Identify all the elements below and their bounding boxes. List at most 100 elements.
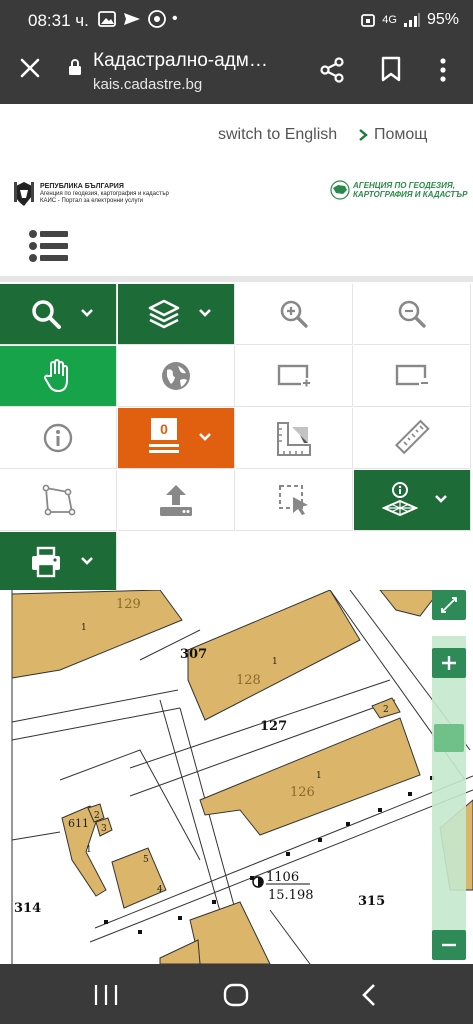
plane-icon <box>124 13 140 25</box>
printer-icon <box>32 546 60 577</box>
zoom-box-out-button[interactable] <box>354 346 471 407</box>
select-box-icon <box>279 485 308 515</box>
share-icon[interactable] <box>318 56 346 84</box>
more-vert-icon[interactable] <box>436 56 450 84</box>
parcel-number-126[interactable]: 126 <box>290 785 315 800</box>
close-icon[interactable] <box>18 56 42 80</box>
zoom-box-minus-icon <box>395 364 429 388</box>
more-notifications-dot: • <box>172 10 178 27</box>
help-link[interactable]: Помощ <box>358 126 427 144</box>
help-link-label: Помощ <box>374 126 428 143</box>
battery-level: 95% <box>426 11 459 28</box>
parcel-number-129[interactable]: 129 <box>116 597 141 612</box>
bookmark-icon[interactable] <box>380 56 402 82</box>
building-number: 1 <box>81 623 87 633</box>
agency-logo-line1: АГЕНЦИЯ ПО ГЕОДЕЗИЯ, <box>353 181 455 190</box>
ruler-icon <box>395 419 430 455</box>
app-icon <box>148 10 166 28</box>
status-system-icons: 4G 95% <box>360 11 459 29</box>
layer-count-badge: 0 <box>149 418 179 458</box>
republic-logo-text: РЕПУБЛИКА БЪЛГАРИЯ Агенция по геодезия, … <box>40 183 169 205</box>
zoom-slider-track[interactable] <box>432 636 466 958</box>
zoom-out-icon <box>398 300 426 328</box>
back-icon[interactable] <box>356 982 384 1008</box>
building-number: 2 <box>383 705 389 715</box>
chevron-down-icon <box>435 495 447 503</box>
pan-tool-button[interactable] <box>0 346 117 407</box>
parcel-label-315[interactable]: 315 <box>358 894 385 909</box>
building-number: 5 <box>143 855 149 865</box>
hand-icon <box>44 359 68 393</box>
select-area-button[interactable] <box>236 470 353 531</box>
recent-apps-icon[interactable] <box>92 982 120 1008</box>
building-number: 2 <box>94 811 100 821</box>
measure-distance-button[interactable] <box>354 408 471 469</box>
identify-layers-button[interactable] <box>354 470 471 531</box>
survey-point-number: 1106 <box>266 870 299 885</box>
polygon-icon <box>42 484 76 516</box>
layers-icon <box>148 299 180 329</box>
page-title: Кадастрално-адм… <box>93 50 268 71</box>
list-menu-icon[interactable] <box>28 228 70 264</box>
republic-logo-line3: КАИС - Портал за електронни услуги <box>40 198 143 204</box>
building-number: 1 <box>86 845 92 855</box>
browser-toolbar: Кадастрално-адм… kais.cadastre.bg <box>0 42 473 104</box>
map-canvas[interactable]: 129 128 126 611 1 1 1 1 2 3 2 5 4 307 12… <box>0 590 473 964</box>
info-layers-icon <box>382 482 418 517</box>
page-url[interactable]: kais.cadastre.bg <box>93 76 202 93</box>
parcel-label-307[interactable]: 307 <box>180 647 207 662</box>
republic-logo-line1: РЕПУБЛИКА БЪЛГАРИЯ <box>40 183 124 190</box>
survey-point-elevation: 15.198 <box>268 888 314 903</box>
chevron-down-icon <box>81 557 93 565</box>
chevron-down-icon <box>199 433 211 441</box>
building-number: 1 <box>316 771 322 781</box>
ruler-area-icon <box>277 422 311 456</box>
print-tool-button[interactable] <box>0 532 117 592</box>
parcel-number-611[interactable]: 611 <box>68 817 89 830</box>
parcel-label-314[interactable]: 314 <box>14 901 41 916</box>
globe-tool-button[interactable] <box>118 346 235 407</box>
cadastral-map[interactable]: 129 128 126 611 1 1 1 1 2 3 2 5 4 307 12… <box>0 590 473 964</box>
layers-tool-button[interactable] <box>118 284 235 345</box>
upload-button[interactable] <box>118 470 235 531</box>
search-icon <box>32 300 61 329</box>
building-number: 3 <box>101 824 107 834</box>
lock-icon <box>69 59 81 75</box>
zoom-box-in-button[interactable] <box>236 346 353 407</box>
zoom-in-button[interactable] <box>236 284 353 345</box>
home-icon[interactable] <box>222 982 250 1008</box>
agency-logo-text: АГЕНЦИЯ ПО ГЕОДЕЗИЯ, КАРТОГРАФИЯ И КАДАС… <box>353 181 467 199</box>
agency-logo-line2: КАРТОГРАФИЯ И КАДАСТЪР <box>353 190 468 199</box>
draw-polygon-button[interactable] <box>0 470 117 531</box>
status-time: 08:31 ч. <box>28 11 89 30</box>
status-bar: 08:31 ч. • 4G 95% <box>0 0 473 42</box>
bulgaria-map-icon <box>330 180 350 200</box>
measure-area-button[interactable] <box>236 408 353 469</box>
system-navigation-bar <box>0 964 473 1024</box>
republic-logo[interactable]: РЕПУБЛИКА БЪЛГАРИЯ Агенция по геодезия, … <box>12 180 169 208</box>
building-number: 4 <box>157 885 163 895</box>
status-notification-icons: • <box>98 10 178 28</box>
header-divider <box>0 276 473 282</box>
building-number: 1 <box>272 657 278 667</box>
zoom-in-icon <box>280 300 308 328</box>
republic-logo-line2: Агенция по геодезия, картография и кадас… <box>40 191 169 197</box>
info-tool-button[interactable] <box>0 408 117 469</box>
switch-language-link[interactable]: switch to English <box>218 126 337 144</box>
chevron-down-icon <box>199 309 211 317</box>
coat-of-arms-icon <box>14 182 34 206</box>
zoom-slider-handle[interactable] <box>434 724 464 752</box>
active-layers-button[interactable]: 0 <box>118 408 235 469</box>
signal-icon <box>403 13 420 27</box>
globe-icon <box>162 362 190 390</box>
alarm-icon <box>361 14 376 27</box>
network-type: 4G <box>382 14 397 26</box>
info-icon <box>43 423 73 453</box>
zoom-out-button[interactable] <box>354 284 471 345</box>
parcel-label-127[interactable]: 127 <box>260 719 287 734</box>
search-tool-button[interactable] <box>0 284 117 345</box>
zoom-box-plus-icon <box>277 364 311 388</box>
agency-logo[interactable]: АГЕНЦИЯ ПО ГЕОДЕЗИЯ, КАРТОГРАФИЯ И КАДАС… <box>330 180 467 200</box>
parcel-number-128[interactable]: 128 <box>236 673 261 688</box>
chevron-right-icon <box>359 129 368 141</box>
